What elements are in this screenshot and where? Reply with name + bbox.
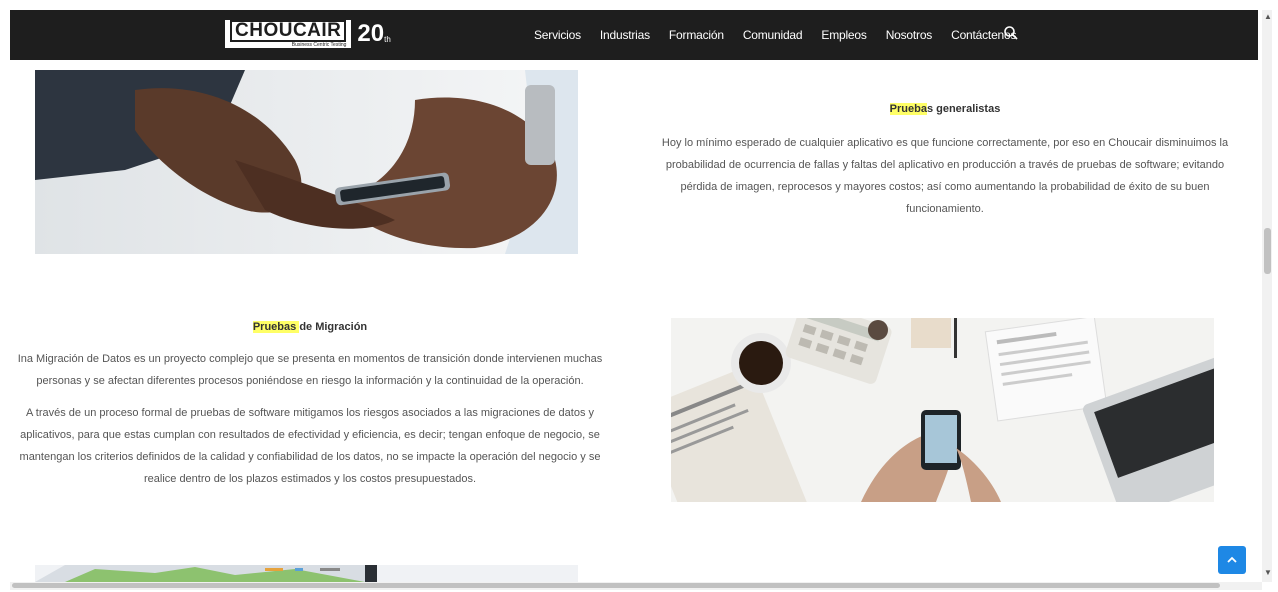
logo-tagline: Business Centric Testing (291, 42, 347, 48)
menu-industrias[interactable]: Industrias (600, 28, 650, 42)
search-icon[interactable] (1003, 25, 1019, 41)
top-navbar: CHOUCAIR Business Centric Testing 20 th … (10, 10, 1258, 60)
dashboard-screen-image (35, 565, 578, 582)
menu-comunidad[interactable]: Comunidad (743, 28, 803, 42)
logo-word: CHOUCAIR (230, 20, 347, 42)
vertical-scrollbar-track[interactable] (1262, 10, 1272, 582)
search-highlight: Prueba (889, 103, 927, 115)
menu-empleos[interactable]: Empleos (821, 28, 866, 42)
main-menu: Servicios Industrias Formación Comunidad… (534, 10, 1035, 60)
scroll-down-arrow-icon[interactable]: ▼ (1264, 568, 1272, 577)
section-body-migracion-1: Ina Migración de Datos es un proyecto co… (17, 353, 603, 387)
menu-nosotros[interactable]: Nosotros (886, 28, 933, 42)
menu-servicios[interactable]: Servicios (534, 28, 581, 42)
chevron-up-icon (1227, 556, 1237, 563)
logo-anniversary-suffix: th (384, 34, 391, 44)
menu-formacion[interactable]: Formación (669, 28, 724, 42)
horizontal-scrollbar-thumb[interactable] (12, 583, 1220, 588)
section-title-pruebas-generalistas: Pruebas generalistas (889, 103, 1001, 115)
logo-anniversary-number: 20 (357, 20, 385, 47)
desk-flatlay-image (671, 318, 1214, 502)
hands-phone-image (35, 70, 578, 254)
scroll-up-arrow-icon[interactable]: ▲ (1264, 12, 1272, 21)
section-title-pruebas-migracion: Pruebas de Migración (252, 321, 368, 333)
section-body-pruebas-generalistas: Hoy lo mínimo esperado de cualquier apli… (661, 137, 1229, 215)
search-highlight: Pruebas (252, 321, 300, 333)
vertical-scrollbar-thumb[interactable] (1264, 228, 1271, 274)
back-to-top-button[interactable] (1218, 546, 1246, 574)
choucair-logo[interactable]: CHOUCAIR Business Centric Testing 20 th (225, 19, 391, 49)
section-body-migracion-2: A través de un proceso formal de pruebas… (19, 407, 601, 485)
